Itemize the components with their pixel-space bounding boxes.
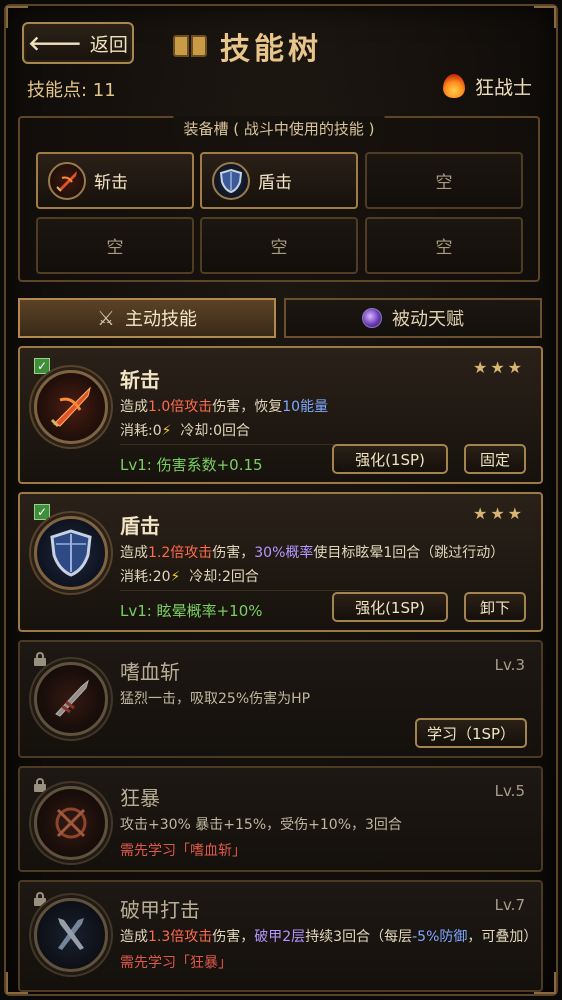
skill-card-berserk: 狂暴 Lv.5 攻击+30% 暴击+15%，受伤+10%，3回合 需先学习「嗜血…: [18, 766, 543, 872]
equip-slots-title: 装备槽 ( 战斗中使用的技能 ): [173, 116, 385, 141]
skill-card-shield-bash: ✓ 盾击 ★★★ 造成1.2倍攻击伤害，30%概率使目标眩晕1回合（跳过行动） …: [18, 492, 543, 632]
crossed-swords-icon: ⚔: [97, 306, 115, 330]
skill-points: 技能点: 11: [27, 80, 116, 101]
slash-skill-icon: [48, 161, 86, 200]
bloodthirst-skill-icon: [34, 662, 108, 736]
upgrade-button[interactable]: 强化(1SP): [332, 444, 448, 474]
equip-slot-label: 盾击: [258, 173, 292, 193]
equip-slot-label: 空: [435, 238, 453, 258]
equip-slot-label: 空: [435, 173, 453, 193]
class-name: 狂战士: [474, 76, 532, 99]
berserk-skill-icon: [34, 786, 108, 860]
book-icon: [172, 31, 208, 61]
back-button[interactable]: 🡐 返回: [22, 22, 134, 64]
skill-name: 嗜血斩: [120, 660, 180, 684]
divider: [120, 444, 360, 445]
level-requirement: Lv.3: [494, 656, 525, 674]
skill-description: 造成1.3倍攻击伤害，破甲2层持续3回合（每层-5%防御，可叠加）: [120, 929, 538, 945]
equip-slot-3[interactable]: 空: [365, 152, 523, 209]
skill-name: 盾击: [120, 514, 160, 538]
energy-bolt-icon: ⚡: [161, 423, 172, 439]
equipped-check-icon: ✓: [34, 358, 50, 374]
divider: [120, 590, 360, 591]
skill-card-armor-break: 破甲打击 Lv.7 造成1.3倍攻击伤害，破甲2层持续3回合（每层-5%防御，可…: [18, 880, 543, 992]
back-arrow-icon: 🡐: [28, 31, 82, 55]
unequip-button[interactable]: 卸下: [464, 592, 526, 622]
shield-skill-icon: [212, 161, 250, 200]
equip-slot-label: 斩击: [94, 173, 128, 193]
level-requirement: Lv.5: [494, 782, 525, 800]
page-title-group: 技能树: [172, 24, 322, 68]
tab-label: 主动技能: [124, 309, 197, 330]
skill-stars: ★★★: [472, 504, 525, 523]
lock-slot-button[interactable]: 固定: [464, 444, 526, 474]
equip-slot-label: 空: [270, 238, 288, 258]
page-title: 技能树: [220, 32, 322, 67]
skill-prerequisite: 需先学习「狂暴」: [120, 955, 232, 971]
skill-description: 造成1.2倍攻击伤害，30%概率使目标眩晕1回合（跳过行动）: [120, 545, 505, 561]
skill-cost: 消耗:20⚡ 冷却:2回合: [120, 569, 259, 585]
purple-orb-icon: [362, 308, 382, 328]
equip-slot-label: 空: [106, 238, 124, 258]
learn-button[interactable]: 学习（1SP）: [415, 718, 527, 748]
equip-slot-2[interactable]: 盾击: [200, 152, 358, 209]
skill-name: 狂暴: [120, 786, 160, 810]
tab-active-skills[interactable]: ⚔ 主动技能: [18, 298, 276, 338]
lock-icon: [34, 892, 46, 906]
skill-card-bloodthirst: 嗜血斩 Lv.3 猛烈一击，吸取25%伤害为HP 学习（1SP）: [18, 640, 543, 758]
equip-slot-1[interactable]: 斩击: [36, 152, 194, 209]
lock-icon: [34, 778, 46, 792]
equip-slot-4[interactable]: 空: [36, 217, 194, 274]
shield-skill-icon: [34, 516, 108, 590]
skill-description: 攻击+30% 暴击+15%，受伤+10%，3回合: [120, 817, 402, 833]
skill-card-slash: ✓ 斩击 ★★★ 造成1.0倍攻击伤害，恢复10能量 消耗:0⚡ 冷却:0回合 …: [18, 346, 543, 484]
back-label: 返回: [89, 33, 128, 56]
skill-level-bonus: Lv1: 眩晕概率+10%: [120, 602, 263, 620]
skill-prerequisite: 需先学习「嗜血斩」: [120, 843, 246, 859]
upgrade-button[interactable]: 强化(1SP): [332, 592, 448, 622]
tab-label: 被动天赋: [392, 309, 464, 330]
class-badge: 狂战士: [441, 72, 532, 100]
lock-icon: [34, 652, 46, 666]
skill-cost: 消耗:0⚡ 冷却:0回合: [120, 423, 250, 439]
armor-break-skill-icon: [34, 898, 108, 972]
energy-bolt-icon: ⚡: [170, 569, 181, 585]
equip-slot-6[interactable]: 空: [365, 217, 523, 274]
equip-slot-5[interactable]: 空: [200, 217, 358, 274]
equip-slots-panel: 装备槽 ( 战斗中使用的技能 ) 斩击 盾击 空 空 空 空: [18, 116, 540, 282]
equipped-check-icon: ✓: [34, 504, 50, 520]
fire-icon: [441, 72, 467, 100]
skill-description: 猛烈一击，吸取25%伤害为HP: [120, 691, 311, 707]
skill-name: 斩击: [120, 368, 160, 392]
tab-passive-talents[interactable]: 被动天赋: [284, 298, 542, 338]
frame-corner: [534, 6, 556, 28]
skill-stars: ★★★: [472, 358, 525, 377]
slash-skill-icon: [34, 370, 108, 444]
skill-name: 破甲打击: [120, 898, 200, 922]
level-requirement: Lv.7: [494, 896, 525, 914]
skill-description: 造成1.0倍攻击伤害，恢复10能量: [120, 399, 329, 415]
skill-level-bonus: Lv1: 伤害系数+0.15: [120, 456, 263, 474]
